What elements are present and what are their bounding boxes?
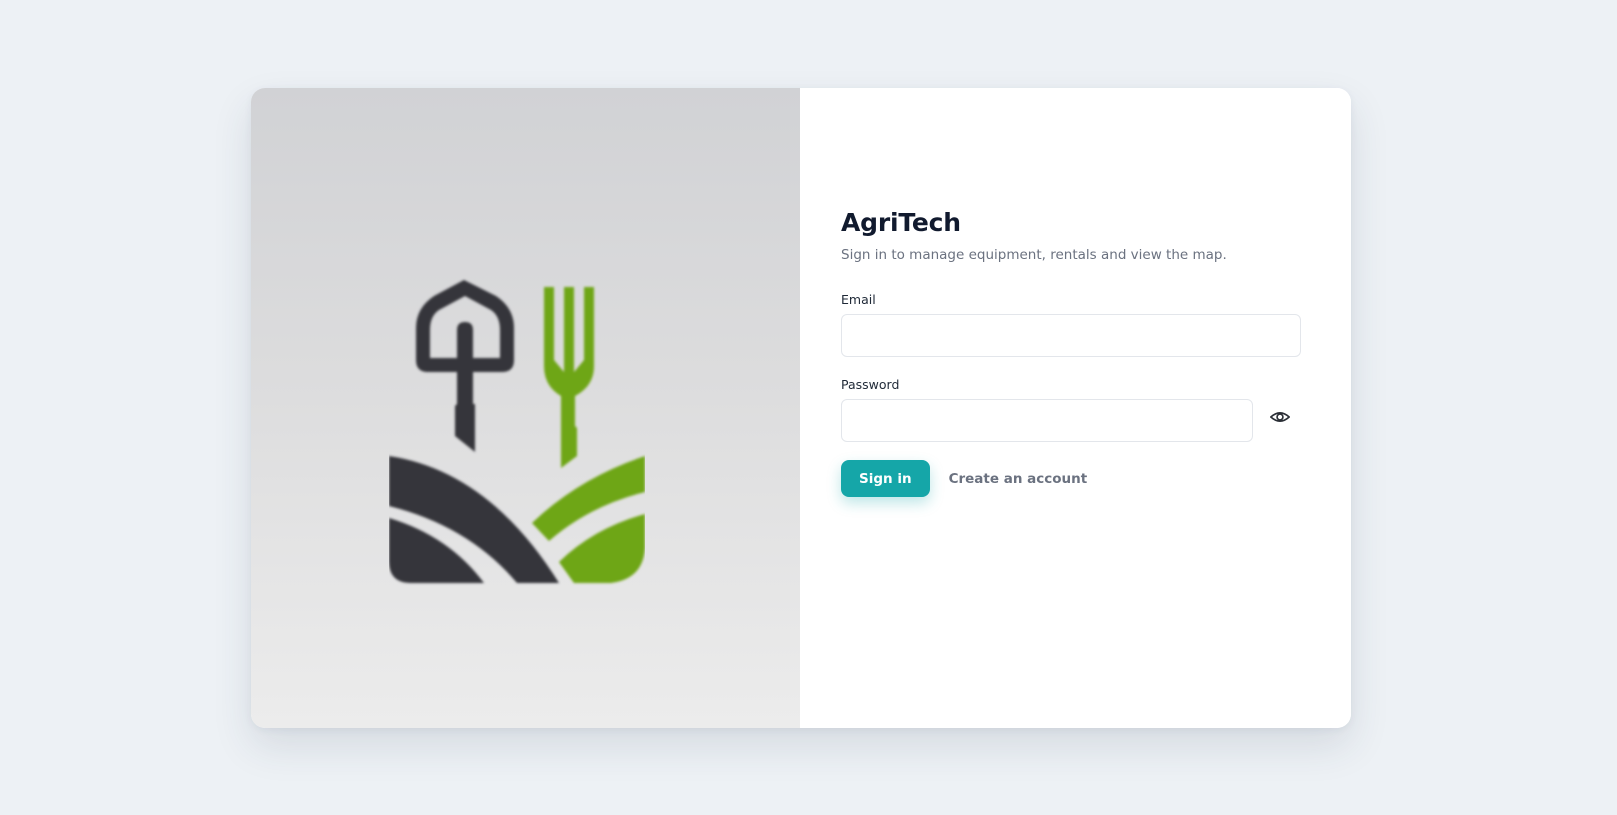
- email-field[interactable]: [841, 314, 1301, 357]
- show-password-button[interactable]: [1265, 402, 1295, 432]
- create-account-link[interactable]: Create an account: [949, 471, 1088, 487]
- sign-in-button[interactable]: Sign in: [841, 460, 930, 497]
- app-title: AgriTech: [841, 208, 961, 237]
- login-form: AgriTech Sign in to manage equipment, re…: [841, 208, 1301, 497]
- login-card: AgriTech Sign in to manage equipment, re…: [251, 88, 1351, 728]
- password-label: Password: [841, 377, 900, 392]
- app-subtitle: Sign in to manage equipment, rentals and…: [841, 247, 1227, 263]
- form-actions: Sign in Create an account: [841, 460, 1301, 497]
- email-label: Email: [841, 292, 876, 307]
- password-field[interactable]: [841, 399, 1253, 442]
- password-row: [841, 399, 1301, 442]
- agritech-logo-icon: [389, 280, 645, 583]
- form-panel: AgriTech Sign in to manage equipment, re…: [800, 88, 1351, 728]
- hero-panel: [251, 88, 800, 728]
- eye-icon: [1270, 411, 1290, 422]
